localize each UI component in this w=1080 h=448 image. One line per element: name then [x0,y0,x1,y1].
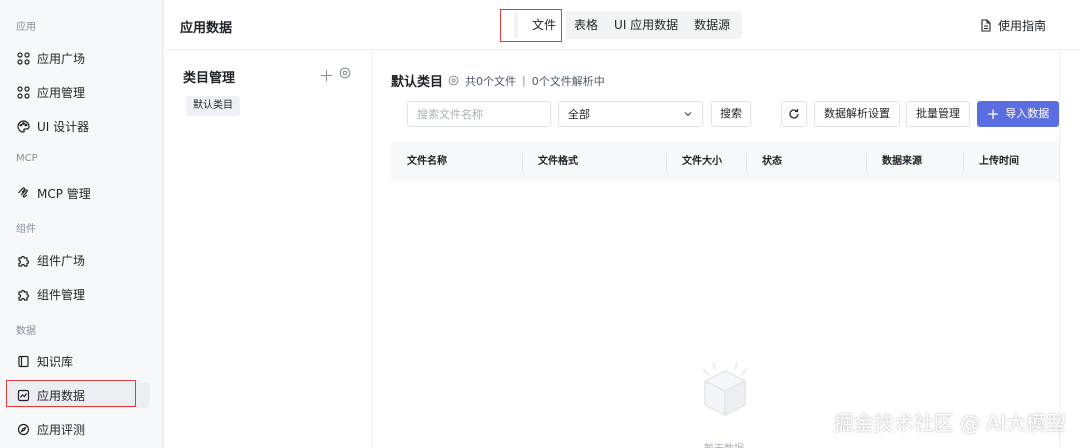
sidebar-item-component-market[interactable]: 组件广场 [8,247,150,273]
sidebar-item-label: 应用评测 [37,422,86,437]
chevron-down-icon [683,109,693,119]
book-icon [16,354,30,368]
batch-manage-button[interactable]: 批量管理 [906,101,970,127]
sidebar-item-label: 知识库 [37,354,74,369]
sidebar-item-mcp-manage[interactable]: MCP 管理 [8,180,150,206]
section-title-app: 应用 [16,22,36,33]
search-button[interactable]: 搜索 [711,101,751,127]
column-header-data-source[interactable]: 数据来源 [882,142,922,182]
sidebar-item-label: MCP 管理 [37,186,91,201]
filter-select[interactable]: 全部 [558,101,703,127]
category-item-default[interactable]: 默认类目 [186,96,240,116]
chart-icon [16,388,30,402]
sidebar-item-ui-designer[interactable]: UI 设计器 [8,113,150,139]
compass-icon [16,422,30,436]
search-input[interactable] [407,101,551,127]
document-icon [980,19,992,32]
sidebar-item-app-data[interactable]: 应用数据 [8,382,150,408]
sidebar-item-label: 应用管理 [37,85,86,100]
column-divider [866,153,867,171]
parsing-count: 0个文件解析中 [531,74,605,88]
top-bar: 应用数据 文件 表格 UI 应用数据 数据源 使用指南 [164,0,1080,50]
column-header-file-size[interactable]: 文件大小 [682,142,722,182]
meta-separator: | [522,74,526,87]
sidebar: 应用 应用广场 应用管理 UI 设计器 MCP MCP 管理 组件 组件广场 组… [0,0,163,448]
sidebar-item-label: 组件广场 [37,253,86,268]
section-title-data: 数据 [16,326,36,337]
filter-select-value: 全部 [568,108,590,121]
guide-link[interactable]: 使用指南 [980,17,1046,34]
main-area: 应用数据 文件 表格 UI 应用数据 数据源 使用指南 类目管理 ＋ 默认类目 … [164,0,1080,448]
sidebar-item-app-eval[interactable]: 应用评测 [8,416,150,442]
column-header-status[interactable]: 状态 [762,142,782,182]
column-header-upload-time[interactable]: 上传时间 [979,142,1019,182]
column-divider [522,153,523,171]
table-header: 文件名称 文件格式 文件大小 状态 数据来源 上传时间 [391,142,1059,182]
tab-group: 文件 表格 UI 应用数据 数据源 [514,11,743,39]
plus-icon[interactable]: ＋ [319,65,334,86]
column-divider [963,153,964,171]
puzzle-icon [16,253,30,267]
column-divider [666,153,667,171]
parse-settings-button[interactable]: 数据解析设置 [814,101,900,127]
content-title: 默认类目 [391,75,444,90]
file-count: 共0个文件 [465,74,517,88]
sidebar-item-app-manage[interactable]: 应用管理 [8,79,150,105]
guide-label: 使用指南 [997,19,1046,33]
page-title: 应用数据 [180,21,233,36]
palette-icon [16,119,30,133]
settings-icon[interactable] [339,67,351,82]
import-data-button[interactable]: + 导入数据 [977,101,1059,127]
content-area: 默认类目 共0个文件 | 0个文件解析中 全部 搜索 数据解析设置 批量管理 +… [373,51,1059,448]
column-header-file-format[interactable]: 文件格式 [538,142,578,182]
sidebar-item-knowledge-base[interactable]: 知识库 [8,348,150,374]
mcp-icon [16,186,30,200]
section-title-mcp: MCP [16,153,38,164]
tab-ui-app-data[interactable]: UI 应用数据 [606,11,686,39]
sidebar-item-label: 组件管理 [37,287,86,302]
category-panel: 类目管理 ＋ 默认类目 [164,51,372,448]
sidebar-item-label: UI 设计器 [37,119,90,134]
empty-state-text: 暂无数据 [704,440,744,448]
tab-file[interactable]: 文件 [518,11,567,39]
settings-icon[interactable] [448,75,459,86]
section-title-component: 组件 [16,224,36,235]
plus-icon: + [986,105,1000,123]
column-divider [746,153,747,171]
puzzle-icon [16,287,30,301]
refresh-button[interactable] [781,101,807,127]
sidebar-item-app-market[interactable]: 应用广场 [8,45,150,71]
empty-box-icon [693,361,757,444]
import-data-label: 导入数据 [1005,107,1050,120]
watermark-text: 掘金技术社区 @ AI大模型 [833,411,1066,435]
sidebar-item-label: 应用广场 [37,51,86,66]
category-panel-title: 类目管理 [183,71,236,86]
grid-icon [16,51,30,65]
sidebar-item-component-manage[interactable]: 组件管理 [8,281,150,307]
sidebar-item-label: 应用数据 [37,388,86,403]
content-right-border [1059,51,1060,448]
refresh-icon [788,108,800,120]
tab-datasource[interactable]: 数据源 [686,11,738,39]
column-header-file-name[interactable]: 文件名称 [407,142,447,182]
grid-icon [16,85,30,99]
tab-table[interactable]: 表格 [566,11,606,39]
content-header: 默认类目 共0个文件 | 0个文件解析中 [391,71,605,90]
